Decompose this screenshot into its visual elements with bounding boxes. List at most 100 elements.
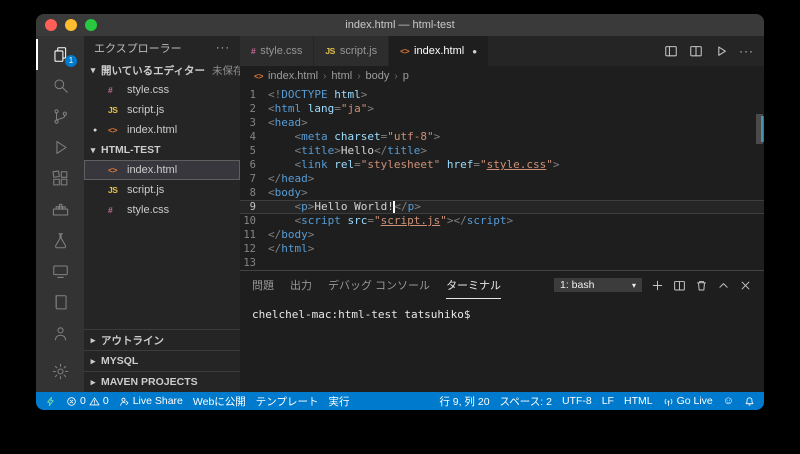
- file-item-index.html[interactable]: <>index.html: [84, 160, 240, 180]
- breadcrumb-item-p[interactable]: p: [403, 70, 409, 82]
- panel-tab-ターミナル[interactable]: ターミナル: [446, 271, 501, 299]
- activity-docs-icon[interactable]: [36, 287, 84, 318]
- shell-selector[interactable]: 1: bash ▾: [554, 278, 642, 292]
- editor-tabs: #style.cssJSscript.js<>index.html●: [240, 36, 489, 66]
- status-go-live[interactable]: Go Live: [658, 392, 718, 410]
- file-item-style.css[interactable]: #style.css: [84, 200, 240, 220]
- activity-settings-icon[interactable]: [36, 356, 84, 387]
- kill-terminal-icon[interactable]: [695, 279, 708, 292]
- line-number: 3: [240, 116, 268, 130]
- activity-remote-icon[interactable]: [36, 256, 84, 287]
- maximize-panel-icon[interactable]: [717, 279, 730, 292]
- split-editor-icon[interactable]: [689, 44, 703, 58]
- file-item-style.css[interactable]: #style.css: [84, 80, 240, 100]
- sidebar-section-maven-projects[interactable]: ▸MAVEN PROJECTS: [84, 371, 240, 392]
- terminal[interactable]: chelchel-mac:html-test tatsuhiko$: [240, 299, 764, 392]
- run-code-icon[interactable]: [714, 44, 728, 58]
- title-bar[interactable]: index.html — html-test: [36, 14, 764, 36]
- activity-live-share-icon[interactable]: [36, 318, 84, 349]
- broadcast-icon: [663, 396, 674, 407]
- code-line-10[interactable]: 10 <script src="script.js"></script>: [240, 214, 764, 228]
- split-terminal-icon[interactable]: [673, 279, 686, 292]
- open-preview-icon[interactable]: [664, 44, 678, 58]
- status-remote-indicator[interactable]: [40, 392, 61, 410]
- code-line-3[interactable]: 3<head>: [240, 116, 764, 130]
- code-line-7[interactable]: 7</head>: [240, 172, 764, 186]
- status-label: Webに公開: [193, 394, 246, 409]
- status-run-task[interactable]: 実行: [323, 392, 354, 410]
- status-publish-web[interactable]: Webに公開: [188, 392, 251, 410]
- feedback-icon: ☺: [723, 395, 734, 407]
- status-problems[interactable]: 00: [61, 392, 114, 410]
- code-line-9[interactable]: 9 <p>Hello World!</p>: [240, 200, 764, 214]
- status-eol[interactable]: LF: [597, 392, 619, 410]
- status-live-share[interactable]: Live Share: [114, 392, 188, 410]
- tab-style.css[interactable]: #style.css: [240, 36, 314, 66]
- file-item-script.js[interactable]: JSscript.js: [84, 180, 240, 200]
- scrollbar-thumb[interactable]: [756, 114, 763, 144]
- sidebar-section-アウトライン[interactable]: ▸アウトライン: [84, 329, 240, 350]
- status-encoding[interactable]: UTF-8: [557, 392, 597, 410]
- activity-bar-bottom: [36, 356, 84, 387]
- chevron-right-icon: ›: [323, 71, 326, 82]
- activity-run-debug-icon[interactable]: [36, 132, 84, 163]
- minimize-window-button[interactable]: [65, 19, 77, 31]
- file-name: script.js: [127, 184, 164, 196]
- status-indentation[interactable]: スペース: 2: [495, 392, 557, 410]
- code-line-8[interactable]: 8<body>: [240, 186, 764, 200]
- open-editors-header[interactable]: ▾ 開いているエディター 未保存 (1): [84, 60, 240, 80]
- chevron-down-icon: ▾: [88, 65, 98, 76]
- breadcrumb: <>index.html›html›body›p: [240, 66, 764, 86]
- zoom-window-button[interactable]: [85, 19, 97, 31]
- activity-containers-icon[interactable]: [36, 194, 84, 225]
- close-window-button[interactable]: [45, 19, 57, 31]
- code-line-12[interactable]: 12</html>: [240, 242, 764, 256]
- section-label: アウトライン: [101, 333, 164, 348]
- line-content: </head>: [268, 172, 314, 186]
- panel-tab-出力[interactable]: 出力: [290, 271, 312, 299]
- status-label: UTF-8: [562, 395, 592, 407]
- more-actions-icon[interactable]: ···: [739, 46, 754, 56]
- code-line-2[interactable]: 2<html lang="ja">: [240, 102, 764, 116]
- code-editor[interactable]: 1<!DOCTYPE html>2<html lang="ja">3<head>…: [240, 86, 764, 270]
- breadcrumb-item-index.html[interactable]: index.html: [268, 70, 318, 82]
- status-cursor-position[interactable]: 行 9, 列 20: [434, 392, 494, 410]
- activity-explorer-icon[interactable]: 1: [36, 39, 84, 70]
- status-language-mode[interactable]: HTML: [619, 392, 658, 410]
- error-count: 0: [80, 395, 86, 407]
- panel-tab-問題[interactable]: 問題: [252, 271, 274, 299]
- line-content: <html lang="ja">: [268, 102, 374, 116]
- status-bar-right: 行 9, 列 20スペース: 2 UTF-8 LF HTML Go Live ☺: [434, 392, 760, 410]
- new-terminal-icon[interactable]: [651, 279, 664, 292]
- folder-header[interactable]: ▾ HTML-TEST: [84, 140, 240, 160]
- tab-script.js[interactable]: JSscript.js: [314, 36, 389, 66]
- status-template[interactable]: テンプレート: [251, 392, 324, 410]
- breadcrumb-item-body[interactable]: body: [366, 70, 390, 82]
- status-label: HTML: [624, 395, 653, 407]
- more-actions-icon[interactable]: ···: [216, 42, 230, 54]
- terminal-prompt: chelchel-mac:html-test tatsuhiko$: [252, 308, 471, 321]
- code-line-6[interactable]: 6 <link rel="stylesheet" href="style.css…: [240, 158, 764, 172]
- editor-actions: ···: [654, 36, 764, 66]
- file-item-index.html[interactable]: ●<>index.html: [84, 120, 240, 140]
- activity-extensions-icon[interactable]: [36, 163, 84, 194]
- breadcrumb-item-html[interactable]: html: [331, 70, 352, 82]
- line-number: 9: [240, 200, 268, 214]
- file-item-script.js[interactable]: JSscript.js: [84, 100, 240, 120]
- code-line-13[interactable]: 13: [240, 256, 764, 270]
- status-feedback[interactable]: ☺: [718, 392, 739, 410]
- tab-index.html[interactable]: <>index.html●: [389, 36, 489, 66]
- code-line-11[interactable]: 11</body>: [240, 228, 764, 242]
- activity-source-control-icon[interactable]: [36, 101, 84, 132]
- line-number: 5: [240, 144, 268, 158]
- close-panel-icon[interactable]: [739, 279, 752, 292]
- sidebar-section-mysql[interactable]: ▸MYSQL: [84, 350, 240, 371]
- code-line-4[interactable]: 4 <meta charset="utf-8">: [240, 130, 764, 144]
- activity-test-flask-icon[interactable]: [36, 225, 84, 256]
- line-number: 6: [240, 158, 268, 172]
- panel-tab-デバッグ コンソール[interactable]: デバッグ コンソール: [328, 271, 430, 299]
- activity-search-icon[interactable]: [36, 70, 84, 101]
- code-line-1[interactable]: 1<!DOCTYPE html>: [240, 88, 764, 102]
- status-notifications[interactable]: [739, 392, 760, 410]
- code-line-5[interactable]: 5 <title>Hello</title>: [240, 144, 764, 158]
